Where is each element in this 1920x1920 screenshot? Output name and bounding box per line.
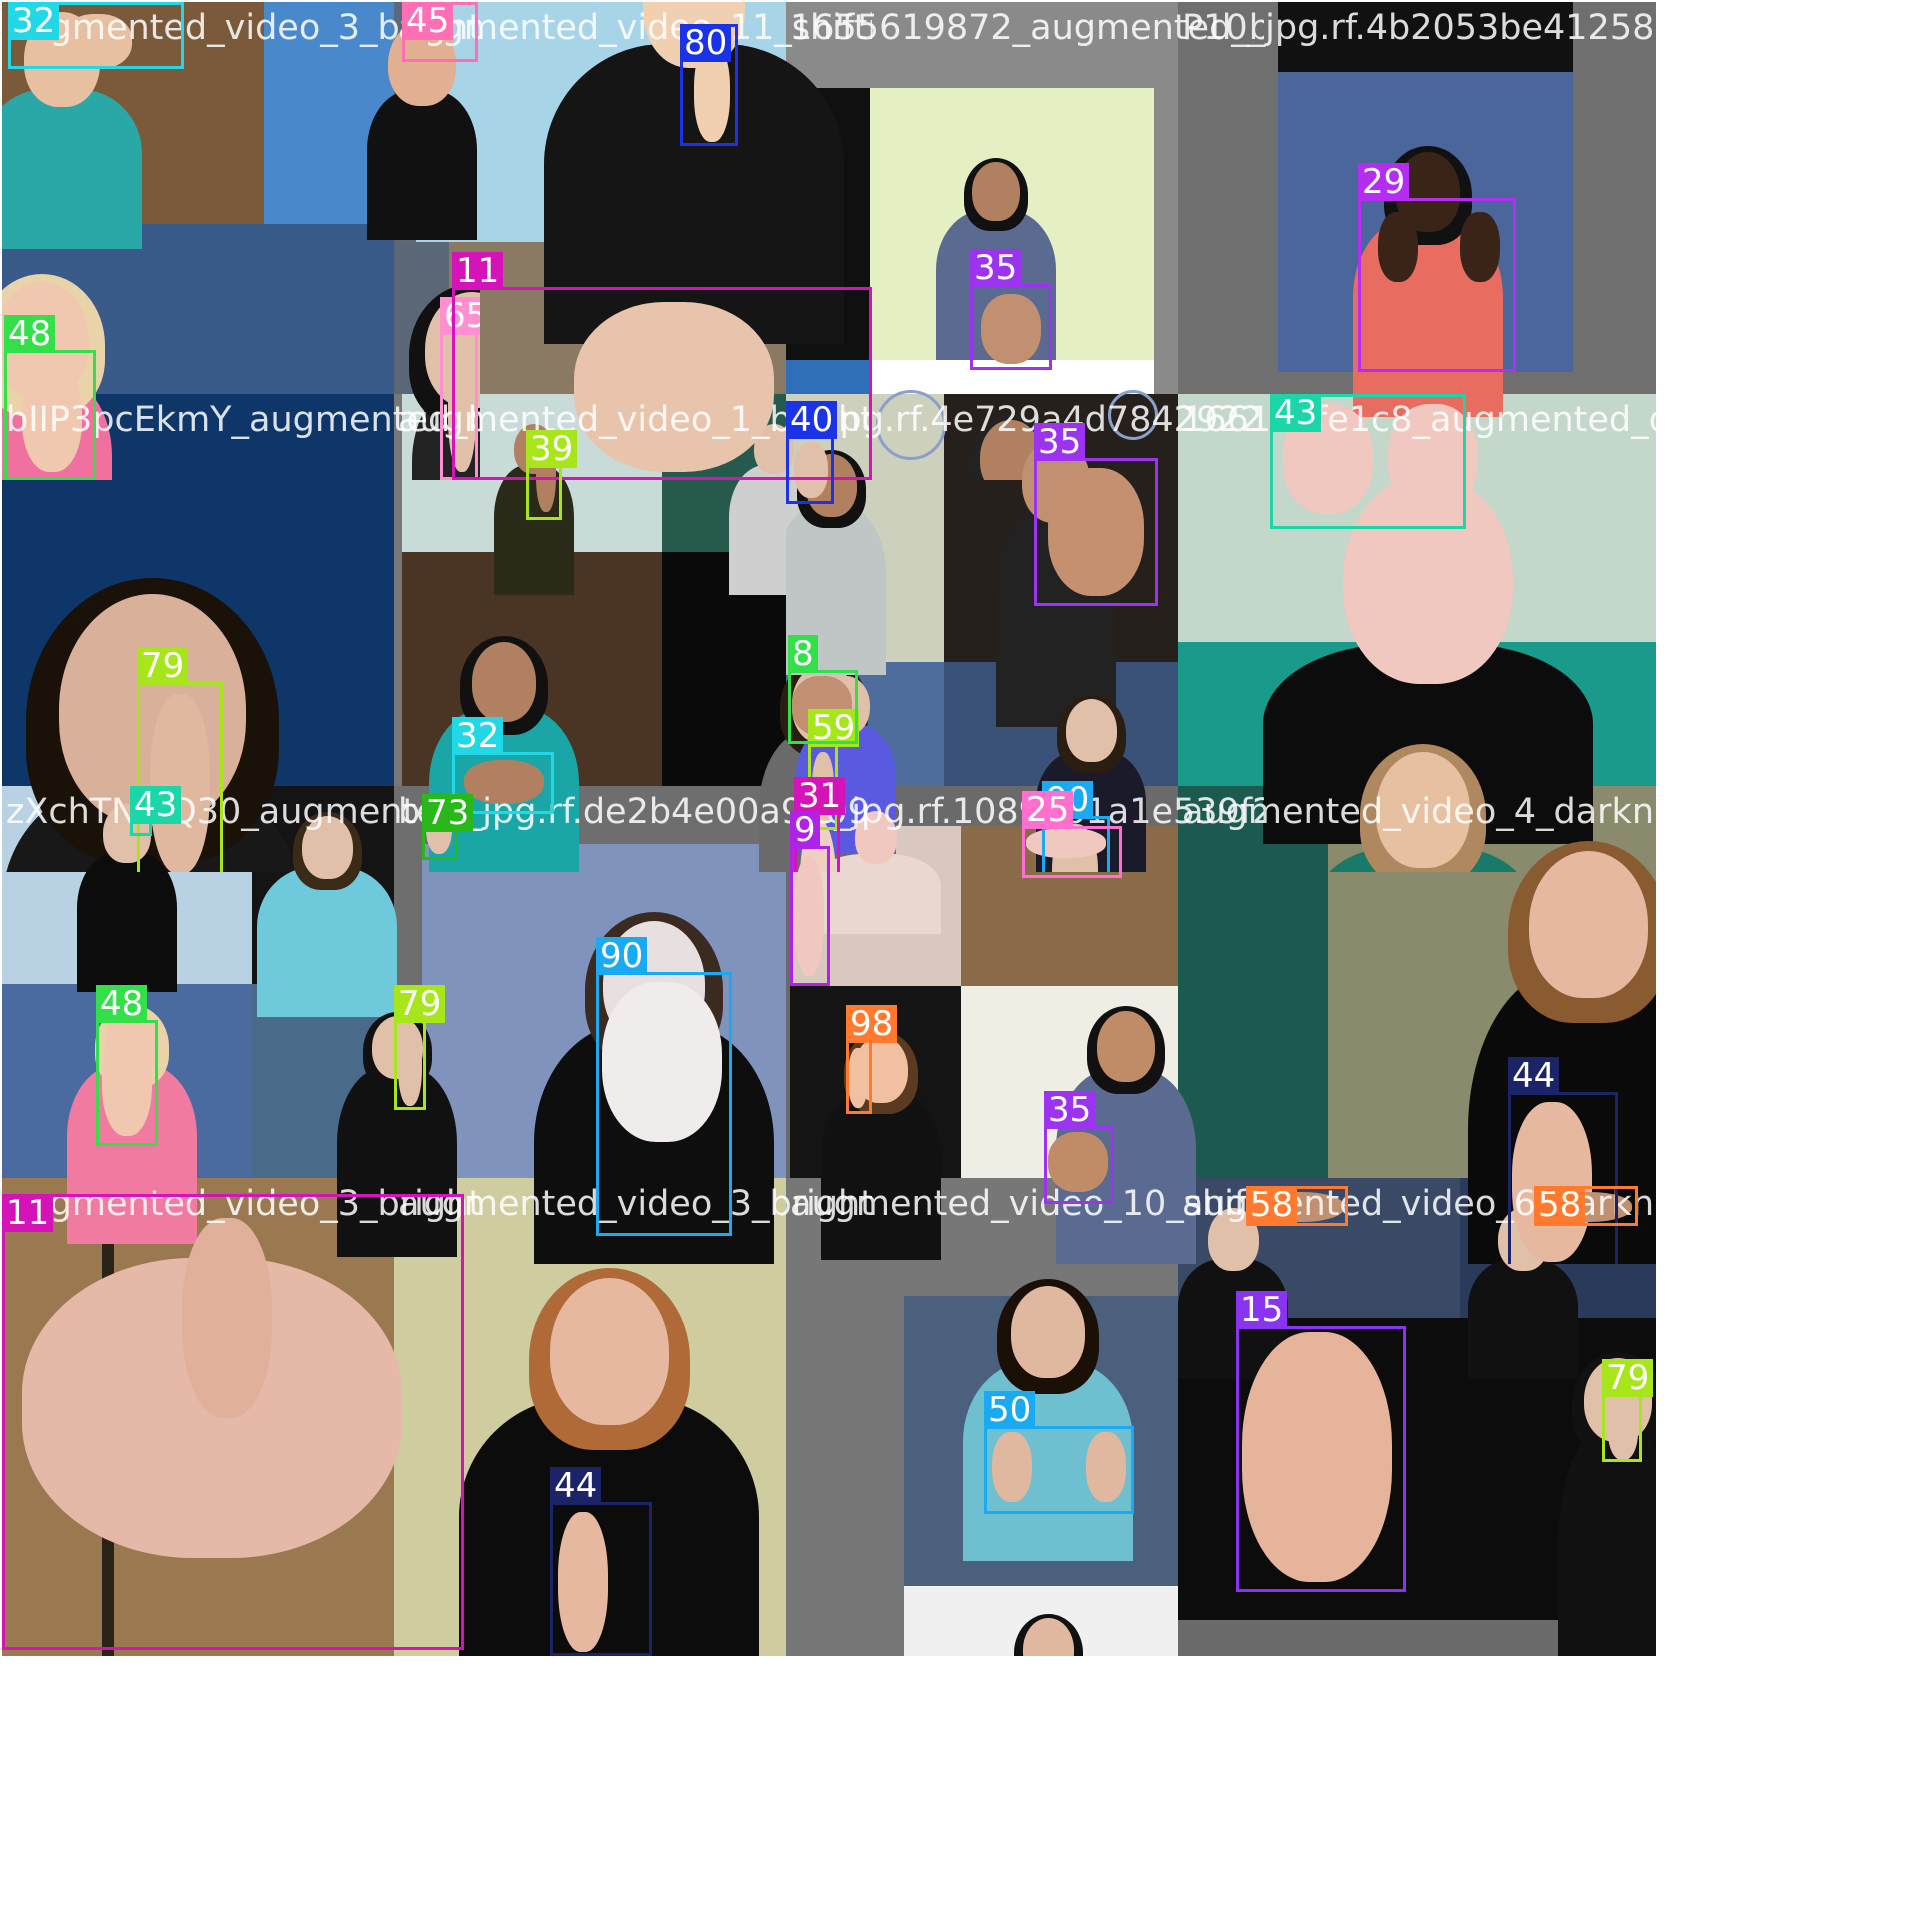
detection-label: 11 [452,252,504,290]
detection-label: 32 [452,717,504,755]
detection-box: 79 [394,985,446,1110]
detection-label: 58 [1534,1186,1586,1224]
detection-label: 48 [4,315,56,353]
detection-box: 73 [422,794,474,860]
person-head [549,1278,669,1425]
detection-label: 79 [137,647,189,685]
detection-box: 43 [130,786,182,836]
detection-box: 9 [790,811,830,986]
detection-label: 43 [1270,394,1322,432]
detection-box: 45 [402,2,478,62]
detection-box: 39 [526,430,578,520]
detection-label: 29 [1358,163,1410,201]
detection-label: 11 [2,1194,54,1232]
detection-box: 32 [8,2,184,69]
detection-label: 43 [130,786,182,824]
detection-label: 32 [8,2,60,40]
detection-label: 48 [96,985,148,1023]
detection-box: 48 [4,315,96,480]
detection-box: 15 [1236,1291,1406,1592]
detection-label: 80 [680,24,732,62]
detection-label: 40 [786,401,838,439]
detection-label: 45 [402,2,454,40]
detection-box: 29 [1358,163,1516,372]
detection-label: 9 [790,811,820,849]
detection-box: 98 [846,1005,898,1114]
mosaic-grid: augmented_video_3_brightness.mp4_jpg3245… [0,0,1920,1920]
detection-box: 11 [2,1194,464,1650]
detection-label: 8 [788,635,818,673]
detection-box: 80 [680,24,738,146]
detection-label: 44 [1508,1057,1560,1095]
detection-label: 58 [1246,1186,1298,1224]
detection-label: 44 [550,1467,602,1505]
detection-label: 35 [970,249,1022,287]
detection-label: 90 [596,937,648,975]
detection-label: 35 [1044,1091,1096,1129]
detection-box: 43 [1270,394,1466,529]
detection-label: 98 [846,1005,898,1043]
detection-box: 8 [788,635,858,744]
detection-label: 50 [984,1391,1036,1429]
detection-label: 35 [1034,423,1086,461]
detection-box: 25 [1022,791,1122,878]
person-head [1528,851,1648,998]
detection-box: 90 [596,937,732,1236]
image-tile: augmented_video_3_brightness.mp4_jpg11 [2,1178,480,1656]
detection-box: 50 [984,1391,1134,1514]
detection-box: 35 [970,249,1052,370]
detection-label: 15 [1236,1291,1288,1329]
detection-box: 35 [1034,423,1158,606]
detection-label: 79 [394,985,446,1023]
detection-box: 40 [786,401,838,504]
detection-box: 44 [550,1467,652,1656]
detection-box: 44 [1508,1057,1618,1264]
detection-label: 73 [422,794,474,832]
detection-box: 58 [1534,1186,1638,1226]
detection-box: 48 [96,985,158,1146]
person-head [1065,699,1117,762]
person-head [1097,1011,1155,1083]
detection-box: 35 [1044,1091,1114,1204]
detection-box: 58 [1246,1186,1348,1226]
detection-box: 79 [1602,1359,1654,1462]
detection-label: 25 [1022,791,1074,829]
detection-label: 79 [1602,1359,1654,1397]
detection-box: 79 [137,647,223,872]
detection-label: 39 [526,430,578,468]
